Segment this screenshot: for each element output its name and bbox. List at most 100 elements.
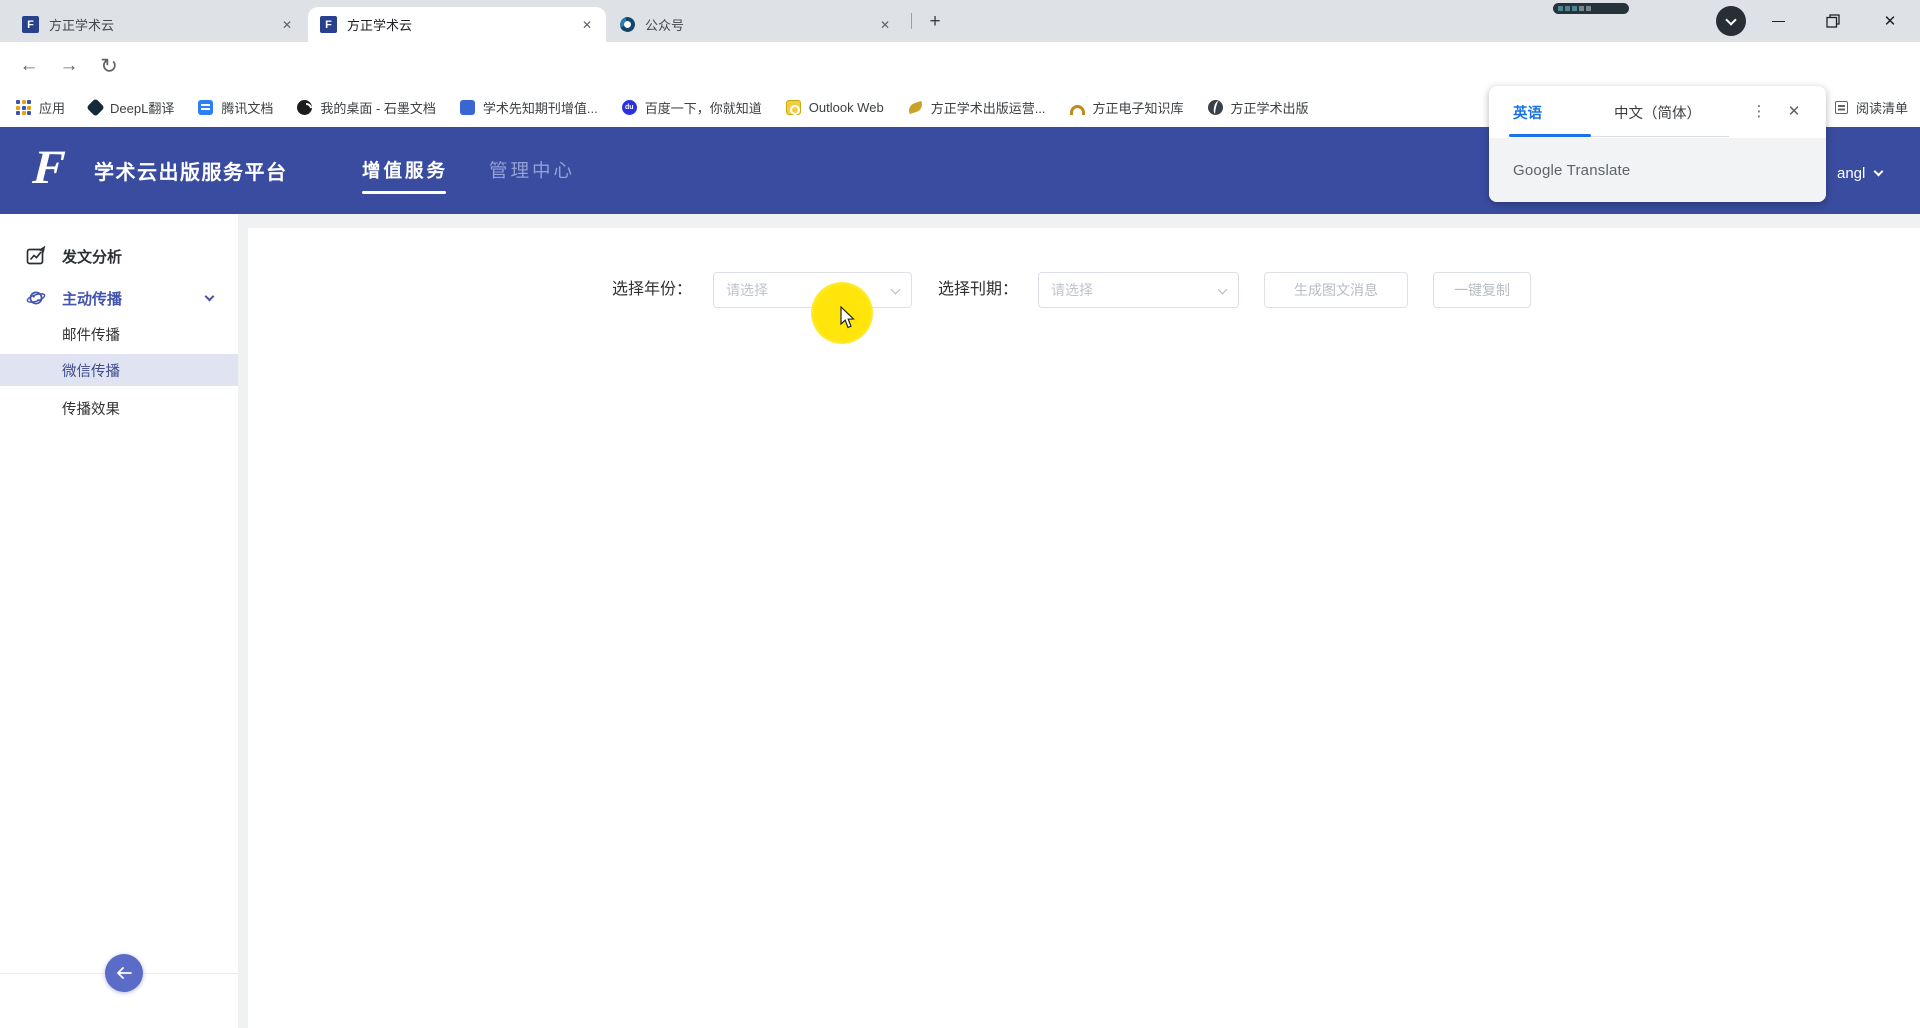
translate-popup-body: Google Translate: [1489, 138, 1826, 202]
arch-icon: [1070, 105, 1085, 115]
apps-grid-icon: [16, 100, 31, 115]
reload-button[interactable]: ↻: [96, 53, 122, 79]
google-translate-brand: Google Translate: [1513, 162, 1630, 179]
bookmark-label: DeepL翻译: [110, 98, 174, 117]
tab-divider: [911, 13, 912, 29]
shimo-icon: [297, 100, 312, 115]
sidebar-item-post-analysis[interactable]: 发文分析: [0, 240, 238, 272]
user-menu[interactable]: angl: [1837, 165, 1882, 182]
issue-select[interactable]: 请选择: [1038, 272, 1239, 308]
translate-options-icon[interactable]: ⋮: [1747, 100, 1771, 124]
leaf-icon: [907, 101, 924, 114]
content-panel: 选择年份： 请选择 选择刊期： 请选择 生成图文消息 一键复制: [248, 228, 1920, 1028]
main-content: 选择年份： 请选择 选择刊期： 请选择 生成图文消息 一键复制: [238, 214, 1920, 1028]
chevron-down-icon: [1874, 167, 1884, 177]
sidebar-item-active-dissemination[interactable]: 主动传播: [0, 282, 238, 314]
bookmark-label: 学术先知期刊增值...: [483, 98, 598, 117]
bookmark-xueshu-xianzhi[interactable]: 学术先知期刊增值...: [460, 98, 598, 117]
floating-chevron-button[interactable]: [1716, 6, 1746, 36]
forward-button[interactable]: →: [56, 53, 82, 79]
bookmark-label: 方正学术出版运营...: [931, 98, 1046, 117]
address-bar: ← → ↻ ⚠ 不安全 journal.portal.founderss.cn/…: [0, 42, 1920, 88]
founder-logo: F: [31, 140, 67, 195]
reading-list-label: 阅读清单: [1856, 98, 1908, 117]
restore-icon: [1826, 14, 1840, 28]
bookmark-deepl[interactable]: DeepL翻译: [89, 98, 174, 117]
sidebar-subitem-label: 邮件传播: [62, 324, 120, 345]
sidebar-subitem-label: 传播效果: [62, 398, 120, 419]
tab-fangzheng-1[interactable]: F 方正学术云 ✕: [10, 7, 306, 42]
bookmark-founder-knowledge[interactable]: 方正电子知识库: [1070, 98, 1184, 117]
translate-tab-english[interactable]: 英语: [1513, 102, 1542, 123]
translate-tabs: 英语 中文（简体） ⋮ ✕: [1489, 86, 1826, 138]
tab-close-icon[interactable]: ✕: [578, 16, 596, 34]
new-tab-button[interactable]: +: [922, 9, 948, 35]
founder-favicon: F: [22, 16, 39, 33]
tab-close-icon[interactable]: ✕: [278, 16, 296, 34]
sidebar-subitem-email-dissemination[interactable]: 邮件传播: [0, 318, 238, 350]
year-select-placeholder: 请选择: [726, 280, 768, 300]
active-nav-underline: [362, 191, 446, 194]
sidebar-subitem-wechat-dissemination[interactable]: 微信传播: [0, 354, 238, 386]
nav-management-center[interactable]: 管理中心: [489, 157, 575, 183]
year-label: 选择年份：: [612, 272, 692, 308]
sidebar-item-label: 发文分析: [62, 246, 122, 267]
deepl-icon: [86, 98, 104, 116]
journal-icon: [460, 100, 475, 115]
tab-gongzhonghao[interactable]: 公众号 ✕: [608, 7, 904, 42]
apps-label: 应用: [39, 98, 65, 117]
reading-list-icon: [1835, 101, 1848, 114]
issue-select-placeholder: 请选择: [1051, 280, 1093, 300]
active-tab-underline: [1509, 134, 1591, 137]
sidebar-collapse-button[interactable]: [105, 954, 143, 992]
issue-label: 选择刊期：: [938, 272, 1018, 308]
one-click-copy-button[interactable]: 一键复制: [1433, 272, 1531, 308]
arrow-left-icon: [115, 966, 133, 980]
official-account-favicon: [618, 15, 638, 35]
outlook-icon: [786, 100, 801, 115]
chevron-down-icon[interactable]: [205, 292, 215, 302]
sidebar-item-label: 主动传播: [62, 288, 122, 309]
bookmark-label: 我的桌面 - 石墨文档: [320, 98, 436, 117]
window-close-button[interactable]: ✕: [1867, 0, 1913, 42]
tencent-docs-icon: [198, 100, 213, 115]
tab-fangzheng-2-active[interactable]: F 方正学术云 ✕: [308, 7, 606, 42]
username-label: angl: [1837, 165, 1865, 182]
bookmark-founder-publishing[interactable]: 方正学术出版: [1208, 98, 1309, 117]
window-restore-button[interactable]: [1810, 0, 1856, 42]
planet-icon: [26, 288, 46, 308]
bookmark-label: 百度一下，你就知道: [645, 98, 762, 117]
bookmark-baidu[interactable]: du 百度一下，你就知道: [622, 98, 762, 117]
google-translate-popup: 英语 中文（简体） ⋮ ✕ Google Translate: [1489, 86, 1826, 202]
page-title: 学术云出版服务平台: [94, 156, 288, 185]
bookmark-label: 腾讯文档: [221, 98, 273, 117]
chevron-down-icon: [891, 285, 901, 295]
translate-close-icon[interactable]: ✕: [1782, 100, 1806, 124]
reading-list-button[interactable]: 阅读清单: [1835, 88, 1908, 127]
founder-favicon: F: [320, 16, 337, 33]
bookmark-shimo[interactable]: 我的桌面 - 石墨文档: [297, 98, 436, 117]
bookmark-label: 方正学术出版: [1231, 98, 1309, 117]
generate-message-button[interactable]: 生成图文消息: [1264, 272, 1408, 308]
window-minimize-button[interactable]: [1755, 0, 1801, 42]
tab-strip: F 方正学术云 ✕ F 方正学术云 ✕ 公众号 ✕ + ✕: [0, 0, 1920, 42]
back-button[interactable]: ←: [16, 53, 42, 79]
nav-value-added-services[interactable]: 增值服务: [362, 157, 448, 183]
tab-close-icon[interactable]: ✕: [876, 16, 894, 34]
globe-icon: [1208, 100, 1223, 115]
baidu-icon: du: [622, 100, 637, 115]
sidebar: 发文分析 主动传播 邮件传播 微信传播 传播效果: [0, 214, 238, 1028]
chevron-down-icon: [1725, 14, 1736, 25]
tab-title: 方正学术云: [49, 15, 268, 34]
analytics-chart-icon: [26, 246, 46, 266]
tab-title: 方正学术云: [347, 15, 568, 34]
screen-recording-indicator: [1553, 3, 1629, 14]
bookmark-founder-operations[interactable]: 方正学术出版运营...: [908, 98, 1046, 117]
tab-title: 公众号: [645, 15, 866, 34]
bookmark-label: 方正电子知识库: [1093, 98, 1184, 117]
apps-shortcut[interactable]: 应用: [16, 98, 65, 117]
bookmark-tencent-docs[interactable]: 腾讯文档: [198, 98, 273, 117]
translate-tab-chinese[interactable]: 中文（简体）: [1614, 102, 1701, 123]
bookmark-outlook[interactable]: Outlook Web: [786, 100, 884, 115]
sidebar-subitem-dissemination-effect[interactable]: 传播效果: [0, 392, 238, 424]
